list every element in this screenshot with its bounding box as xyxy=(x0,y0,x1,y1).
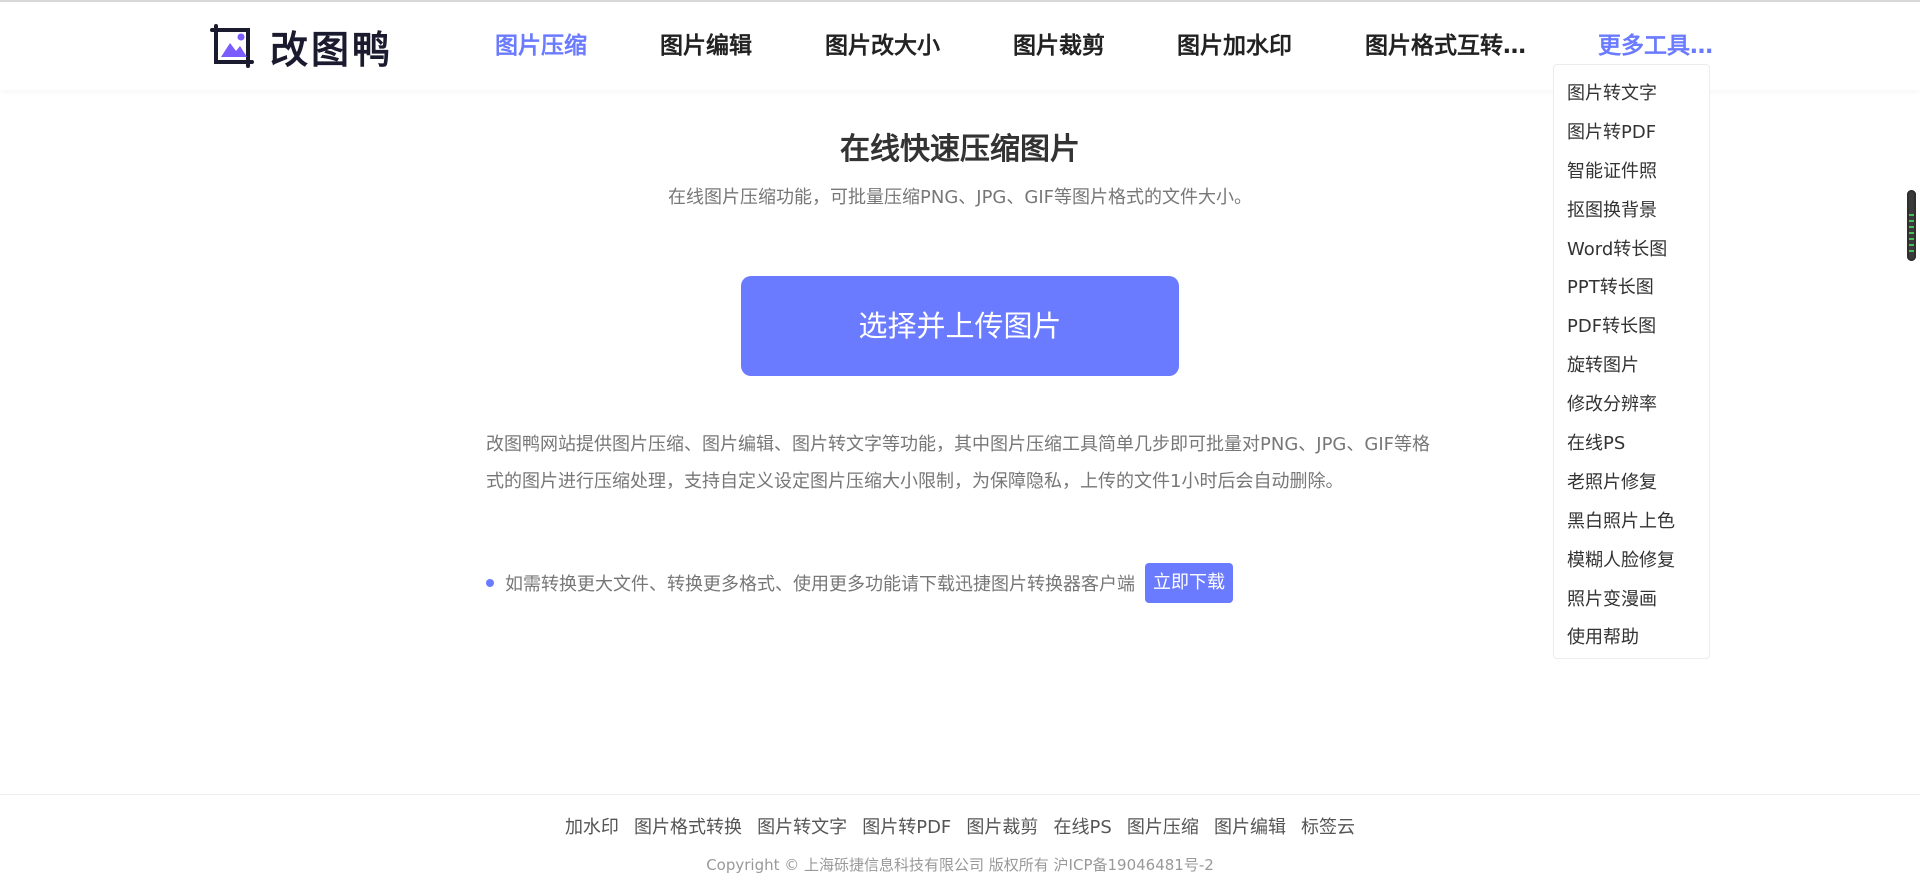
dropdown-item-change-resolution[interactable]: 修改分辨率 xyxy=(1554,386,1709,425)
footer-link-crop[interactable]: 图片裁剪 xyxy=(966,813,1038,839)
dropdown-item-ppt-to-long-image[interactable]: PPT转长图 xyxy=(1554,269,1709,308)
dropdown-item-old-photo-repair[interactable]: 老照片修复 xyxy=(1554,464,1709,503)
dropdown-item-blurry-face-repair[interactable]: 模糊人脸修复 xyxy=(1554,542,1709,581)
dropdown-item-colorize-photo[interactable]: 黑白照片上色 xyxy=(1554,503,1709,542)
dropdown-item-image-to-text[interactable]: 图片转文字 xyxy=(1554,75,1709,114)
copyright-text: Copyright © 上海砾捷信息科技有限公司 版权所有 沪ICP备19046… xyxy=(706,856,1214,874)
footer-links: 加水印 图片格式转换 图片转文字 图片转PDF 图片裁剪 在线PS 图片压缩 图… xyxy=(0,813,1920,839)
download-tip: 如需转换更大文件、转换更多格式、使用更多功能请下载迅捷图片转换器客户端 立即下载 xyxy=(486,563,1233,603)
dropdown-item-help[interactable]: 使用帮助 xyxy=(1554,619,1709,658)
nav-item-format-convert[interactable]: 图片格式互转… xyxy=(1365,2,1526,90)
nav-item-watermark[interactable]: 图片加水印 xyxy=(1177,2,1292,90)
footer-divider xyxy=(0,794,1920,795)
tool-description: 改图鸭网站提供图片压缩、图片编辑、图片转文字等功能，其中图片压缩工具简单几步即可… xyxy=(486,434,1430,492)
page-subtitle: 在线图片压缩功能，可批量压缩PNG、JPG、GIF等图片格式的文件大小。 xyxy=(668,187,1252,208)
footer-link-tag-cloud[interactable]: 标签云 xyxy=(1301,813,1355,839)
nav-item-crop[interactable]: 图片裁剪 xyxy=(1013,2,1105,90)
footer-link-image-to-text[interactable]: 图片转文字 xyxy=(757,813,847,839)
dropdown-item-online-ps[interactable]: 在线PS xyxy=(1554,425,1709,464)
footer-link-image-to-pdf[interactable]: 图片转PDF xyxy=(862,813,951,839)
download-now-button[interactable]: 立即下载 xyxy=(1145,563,1233,603)
footer-link-format-convert[interactable]: 图片格式转换 xyxy=(634,813,742,839)
dropdown-item-pdf-to-long-image[interactable]: PDF转长图 xyxy=(1554,308,1709,347)
footer-link-compress[interactable]: 图片压缩 xyxy=(1127,813,1199,839)
brand-logo[interactable]: 改图鸭 xyxy=(208,22,393,72)
upload-image-button[interactable]: 选择并上传图片 xyxy=(741,276,1179,376)
nav-item-edit[interactable]: 图片编辑 xyxy=(660,2,752,90)
download-tip-text: 如需转换更大文件、转换更多格式、使用更多功能请下载迅捷图片转换器客户端 xyxy=(505,574,1135,595)
scrollbar-thumb[interactable] xyxy=(1907,190,1916,261)
footer-link-edit[interactable]: 图片编辑 xyxy=(1214,813,1286,839)
bullet-dot-icon xyxy=(486,579,494,587)
page-title: 在线快速压缩图片 xyxy=(840,132,1080,167)
footer-link-online-ps[interactable]: 在线PS xyxy=(1053,813,1111,839)
image-mountain-icon xyxy=(208,22,256,70)
nav-item-compress[interactable]: 图片压缩 xyxy=(495,2,587,90)
brand-name: 改图鸭 xyxy=(270,27,394,72)
dropdown-item-word-to-long-image[interactable]: Word转长图 xyxy=(1554,231,1709,270)
nav-item-resize[interactable]: 图片改大小 xyxy=(825,2,940,90)
dropdown-item-rotate-image[interactable]: 旋转图片 xyxy=(1554,347,1709,386)
dropdown-item-photo-to-cartoon[interactable]: 照片变漫画 xyxy=(1554,581,1709,620)
footer-link-watermark[interactable]: 加水印 xyxy=(565,813,619,839)
